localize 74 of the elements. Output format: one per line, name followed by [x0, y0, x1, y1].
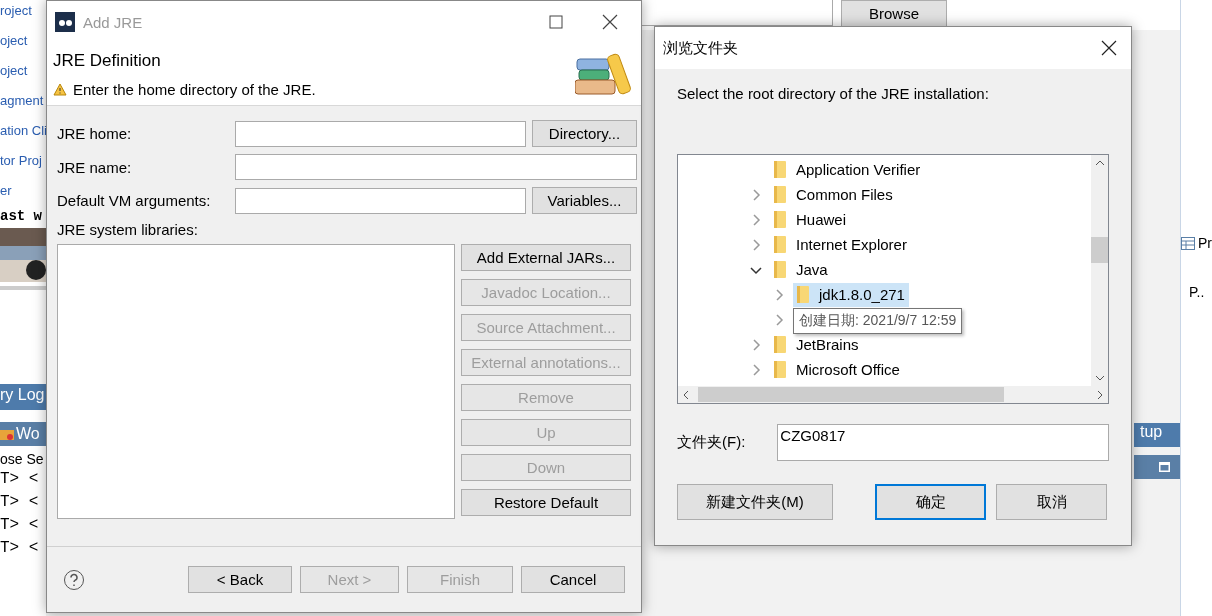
project-link[interactable]: oject	[0, 60, 46, 90]
scroll-up-icon[interactable]	[1094, 159, 1105, 167]
folder-item[interactable]: Microsoft Office	[770, 357, 904, 382]
folder-icon	[774, 261, 786, 278]
field-button[interactable]: Variables...	[532, 187, 637, 214]
scroll-down-icon[interactable]	[1094, 374, 1105, 382]
status-message: Enter the home directory of the JRE.	[73, 81, 316, 98]
console-line: T> <	[0, 516, 40, 536]
input-field[interactable]	[235, 154, 637, 180]
maximize-icon[interactable]	[1159, 462, 1170, 472]
dialog-button[interactable]: 取消	[996, 484, 1107, 520]
setup-tab[interactable]: tup	[1134, 423, 1180, 447]
folder-item[interactable]: Java	[770, 257, 832, 282]
field-label: Default VM arguments:	[57, 192, 212, 209]
input-field[interactable]	[235, 187, 526, 214]
project-link[interactable]: ation Cli	[0, 120, 46, 150]
path-field[interactable]	[640, 0, 833, 26]
panel-tab[interactable]	[1134, 455, 1180, 479]
page-heading: JRE Definition	[53, 51, 162, 71]
console-line: T> <	[0, 493, 40, 513]
folder-item[interactable]: JetBrains	[770, 332, 863, 357]
folder-item[interactable]: Huawei	[770, 207, 851, 232]
folder-item[interactable]: jdk1.8.0_271	[793, 282, 909, 307]
project-link[interactable]: er	[0, 180, 46, 210]
project-link[interactable]: agment	[0, 90, 46, 120]
field-label: JRE name:	[57, 158, 133, 176]
vertical-scrollbar[interactable]	[1091, 155, 1108, 386]
horizontal-scrollbar[interactable]	[678, 386, 1108, 403]
scroll-thumb[interactable]	[698, 387, 1004, 402]
folder-field[interactable]: CZG0817	[777, 424, 1109, 461]
folder-item[interactable]: Internet Explorer	[770, 232, 911, 257]
prompt-text: Select the root directory of the JRE installation:	[677, 85, 990, 102]
code-text: ast w	[0, 208, 43, 226]
scroll-left-icon[interactable]	[682, 389, 690, 400]
footer-button[interactable]: < Back	[188, 566, 292, 593]
folder-icon	[774, 186, 786, 203]
scroll-right-icon[interactable]	[1096, 389, 1104, 400]
console-line: T> <	[0, 470, 40, 490]
project-link[interactable]: oject	[0, 30, 46, 60]
folder-icon	[0, 428, 14, 440]
field-label: JRE home:	[57, 125, 133, 142]
work-tab[interactable]: Wo	[0, 422, 46, 446]
folder-item[interactable]: Application Verifier	[770, 157, 925, 182]
browse-button[interactable]: Browse	[841, 0, 947, 27]
folder-item[interactable]: Common Files	[770, 182, 897, 207]
dialog-title: Add JRE	[83, 13, 144, 31]
project-link[interactable]: roject	[0, 0, 46, 30]
dialog-title: 浏览文件夹	[663, 38, 739, 58]
column-header: P..	[1188, 284, 1206, 300]
dialog-button[interactable]: 确定	[875, 484, 986, 520]
help-icon[interactable]	[63, 568, 85, 591]
project-link[interactable]: tor Proj	[0, 150, 46, 180]
folder-icon	[774, 236, 786, 253]
scroll-thumb[interactable]	[1091, 237, 1108, 263]
dialog-button[interactable]: 新建文件夹(M)	[677, 484, 833, 520]
folder-icon	[774, 336, 786, 353]
log-tab[interactable]: ry Log	[0, 384, 46, 410]
library-button[interactable]: Add External JARs...	[461, 244, 631, 271]
library-button[interactable]: Restore Default	[461, 489, 631, 516]
properties-tab[interactable]: Pr	[1181, 232, 1212, 254]
console-line: T> <	[0, 539, 40, 559]
servers-label: ose Se	[0, 450, 45, 469]
folder-icon	[774, 361, 786, 378]
field-label: 文件夹(F):	[677, 433, 746, 452]
field-button[interactable]: Directory...	[532, 120, 637, 147]
app-icon	[55, 12, 75, 32]
footer-button[interactable]: Cancel	[521, 566, 625, 593]
folder-icon	[797, 286, 809, 303]
warning-icon	[53, 83, 67, 96]
tooltip: 创建日期: 2021/9/7 12:59	[793, 308, 963, 334]
section-label: JRE system libraries:	[57, 221, 199, 238]
folder-icon	[774, 161, 786, 178]
folder-icon	[774, 211, 786, 228]
input-field[interactable]	[235, 120, 526, 147]
